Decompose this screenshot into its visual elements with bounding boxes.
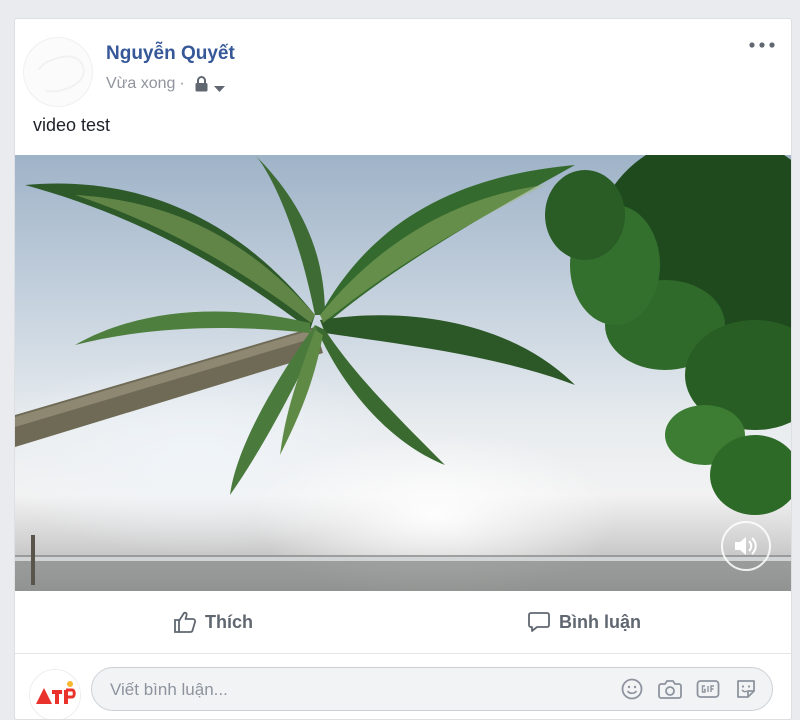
speaker-icon [735, 537, 757, 555]
post-meta: Vừa xong · [106, 75, 225, 93]
like-label: Thích [205, 611, 253, 632]
comment-button[interactable]: Bình luận [527, 591, 641, 653]
comment-bubble-icon [528, 612, 550, 632]
comment-label: Bình luận [559, 611, 641, 632]
commenter-avatar[interactable] [29, 669, 81, 719]
post-card: Nguyễn Quyết Vừa xong · video test Thích… [14, 18, 792, 720]
video-frame [15, 155, 791, 591]
thumbs-up-icon [174, 611, 197, 633]
post-header: Nguyễn Quyết Vừa xong · [15, 19, 791, 109]
meta-separator: · [179, 75, 185, 92]
post-text: video test [33, 115, 111, 135]
author-name-link[interactable]: Nguyễn Quyết [106, 43, 235, 65]
sound-toggle-button[interactable] [721, 521, 771, 571]
lock-icon[interactable] [195, 76, 208, 92]
more-icon [749, 42, 775, 48]
like-button[interactable]: Thích [173, 591, 253, 653]
post-timestamp[interactable]: Vừa xong [106, 75, 175, 93]
post-actions: Thích Bình luận [15, 591, 791, 654]
emoji-icon[interactable] [620, 677, 644, 701]
sticker-icon[interactable] [734, 677, 758, 701]
more-options-button[interactable] [747, 33, 777, 57]
comment-tools [620, 668, 758, 710]
author-avatar[interactable] [23, 37, 93, 107]
commenter-logo-icon [36, 681, 76, 704]
video-player[interactable] [15, 155, 791, 591]
comment-input[interactable] [108, 668, 572, 712]
comment-composer [15, 653, 791, 719]
privacy-dropdown-icon[interactable] [213, 80, 225, 92]
camera-icon[interactable] [658, 677, 682, 701]
gif-icon[interactable] [696, 677, 720, 701]
comment-box [91, 667, 773, 712]
